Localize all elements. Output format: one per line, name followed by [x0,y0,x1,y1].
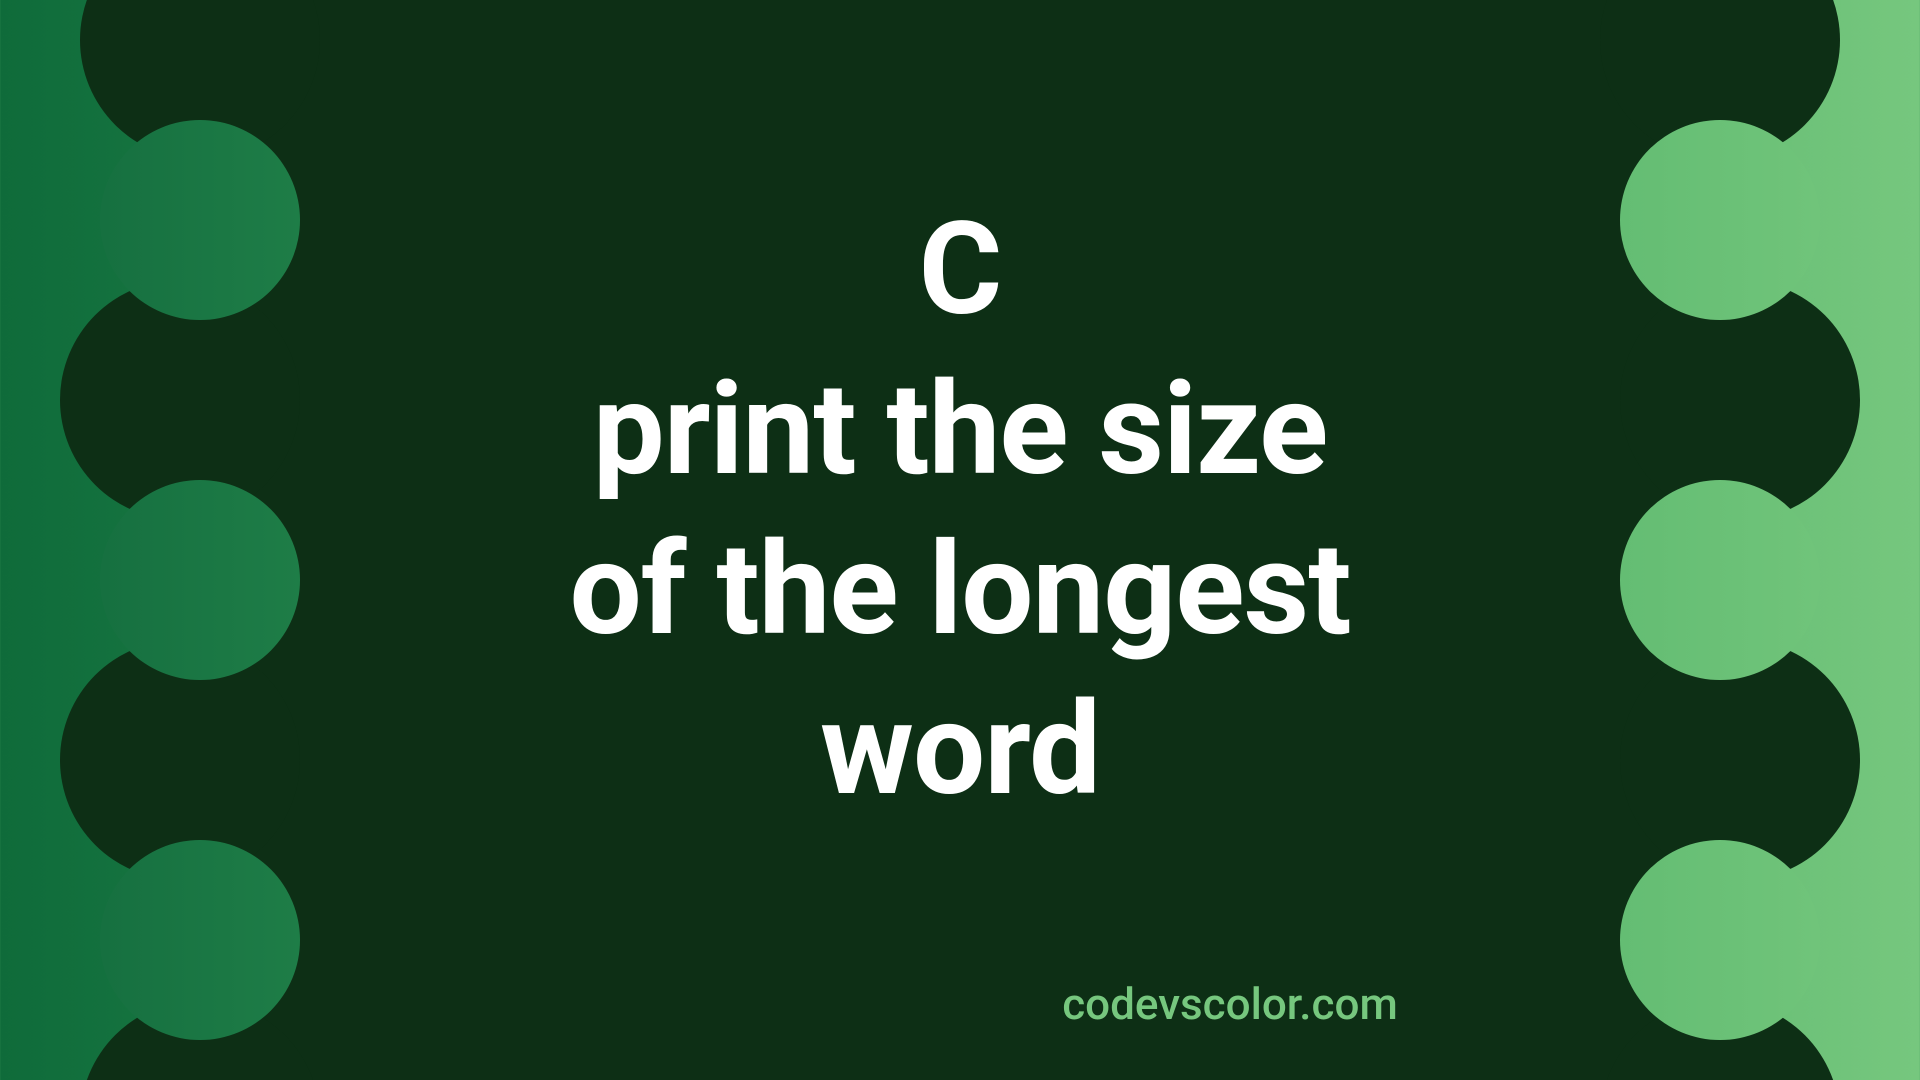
main-title: C print the size of the longest word [570,190,1351,830]
content-area: C print the size of the longest word cod… [0,0,1920,1080]
title-line-3: of the longest [570,510,1351,670]
title-line-1: C [570,190,1351,350]
title-line-2: print the size [570,350,1351,510]
title-line-4: word [570,670,1351,830]
watermark-text: codevscolor.com [0,978,1920,1030]
